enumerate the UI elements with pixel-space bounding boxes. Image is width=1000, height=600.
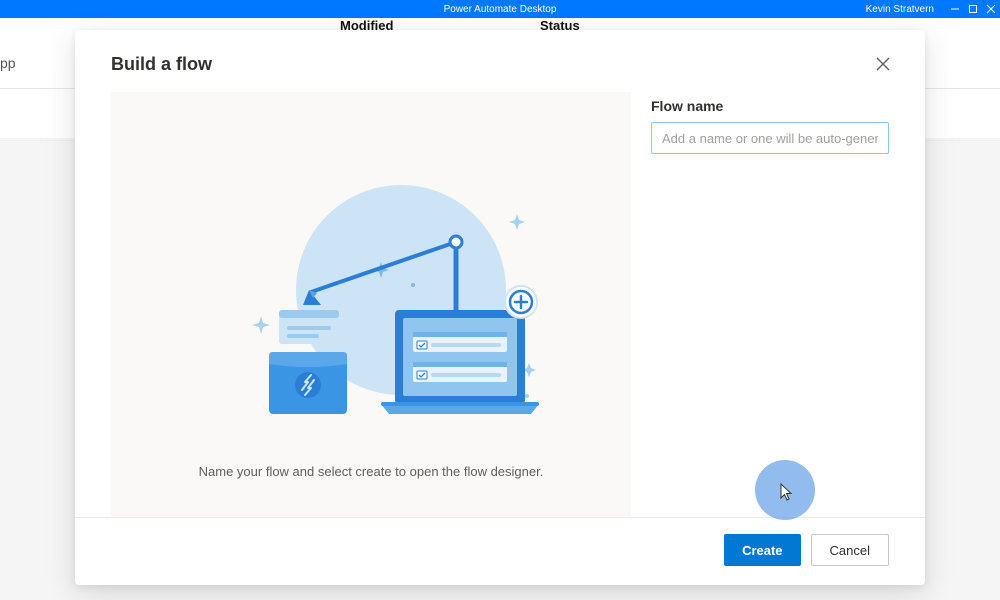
illustration-panel: Name your flow and select create to open… — [111, 92, 631, 517]
maximize-button[interactable] — [964, 0, 982, 18]
dialog-header: Build a flow — [75, 30, 925, 92]
cursor-highlight — [755, 460, 815, 520]
dialog-body: Name your flow and select create to open… — [75, 92, 925, 517]
window-titlebar: Power Automate Desktop Kevin Stratvern — [0, 0, 1000, 18]
dialog-close-button[interactable] — [871, 52, 895, 76]
minimize-button[interactable] — [946, 0, 964, 18]
build-flow-dialog: Build a flow — [75, 30, 925, 585]
create-button[interactable]: Create — [724, 534, 800, 566]
user-name: Kevin Stratvern — [866, 4, 934, 15]
window-close-button[interactable] — [982, 0, 1000, 18]
illustration-caption: Name your flow and select create to open… — [199, 464, 544, 479]
app-title: Power Automate Desktop — [444, 4, 557, 15]
form-panel: Flow name — [651, 92, 889, 517]
dialog-footer: Create Cancel — [75, 517, 925, 586]
flow-name-label: Flow name — [651, 98, 889, 114]
cancel-button[interactable]: Cancel — [811, 534, 889, 566]
flow-illustration — [181, 150, 561, 430]
dialog-title: Build a flow — [111, 54, 212, 75]
cursor-icon — [779, 482, 795, 502]
flow-name-input[interactable] — [651, 122, 889, 154]
close-icon — [876, 57, 890, 71]
background-side-text: pp — [0, 55, 16, 71]
